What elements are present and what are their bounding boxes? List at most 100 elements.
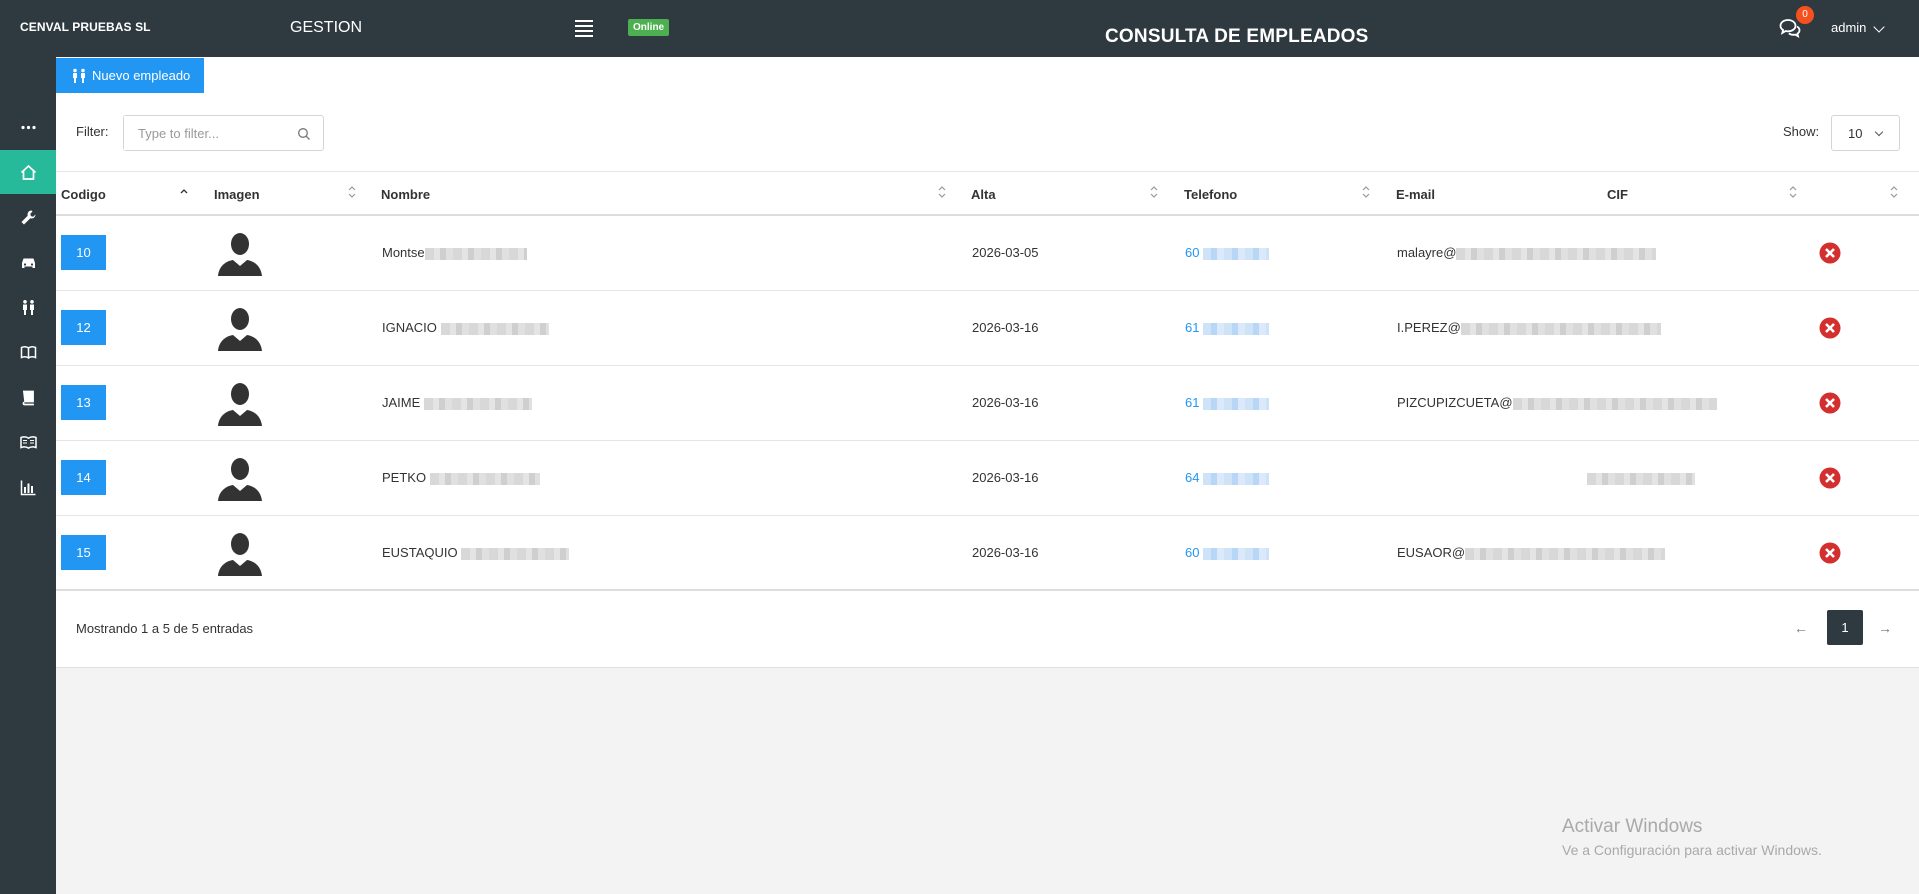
- employee-phone-text: 64: [1185, 470, 1200, 485]
- sort-icon[interactable]: [1890, 185, 1898, 199]
- filter-input[interactable]: [124, 116, 284, 150]
- sort-icon[interactable]: [1362, 185, 1370, 199]
- redacted-block: [1203, 322, 1270, 335]
- pagination-prev-button[interactable]: ←: [1794, 620, 1808, 636]
- bar-chart-icon: [20, 480, 35, 495]
- employee-phone-text: 60: [1185, 545, 1200, 560]
- redacted-block: [1460, 322, 1661, 335]
- pagination-next-button[interactable]: →: [1878, 620, 1892, 636]
- new-employee-button[interactable]: Nuevo empleado: [56, 58, 204, 93]
- redacted-block: [1587, 472, 1695, 485]
- pagination-page-1[interactable]: 1: [1827, 610, 1863, 645]
- sort-asc-icon[interactable]: [180, 185, 188, 199]
- car-icon: [21, 258, 35, 268]
- notification-count-badge: 0: [1796, 6, 1814, 24]
- employee-phone[interactable]: 64: [1185, 470, 1270, 485]
- redacted-block: [1203, 547, 1270, 560]
- online-status-badge: Online: [628, 19, 670, 36]
- delete-icon[interactable]: [1819, 542, 1841, 564]
- sort-icon[interactable]: [1789, 185, 1797, 199]
- employee-cif: [1587, 470, 1695, 485]
- menu-toggle-icon[interactable]: [575, 20, 593, 37]
- sidebar-item-records[interactable]: [0, 375, 56, 419]
- employee-name-text: EUSTAQUIO: [382, 545, 458, 560]
- sort-icon[interactable]: [938, 185, 946, 199]
- employee-name-text: IGNACIO: [382, 320, 437, 335]
- activation-watermark-subtitle: Ve a Configuración para activar Windows.: [1562, 842, 1822, 858]
- sidebar-item-vehicles[interactable]: [0, 240, 56, 284]
- employee-code-button[interactable]: 13: [61, 385, 106, 420]
- activation-watermark-title: Activar Windows: [1562, 816, 1703, 837]
- page-size-value: 10: [1848, 126, 1863, 141]
- employee-phone[interactable]: 60: [1185, 245, 1270, 260]
- home-icon: [20, 164, 36, 180]
- filter-label: Filter:: [76, 124, 109, 139]
- user-menu[interactable]: admin: [1831, 20, 1866, 35]
- delete-icon[interactable]: [1819, 392, 1841, 414]
- page-size-select[interactable]: 10: [1831, 115, 1900, 151]
- employee-phone[interactable]: 60: [1185, 545, 1270, 560]
- sidebar-item-more[interactable]: [0, 105, 56, 149]
- employee-code-button[interactable]: 10: [61, 235, 106, 270]
- sidebar-item-catalog[interactable]: [0, 330, 56, 374]
- employee-code-button[interactable]: 12: [61, 310, 106, 345]
- sort-icon[interactable]: [1150, 185, 1158, 199]
- table-row: 14 PETKO 2026-03-16 64: [56, 441, 1919, 516]
- sidebar-item-home[interactable]: [0, 150, 56, 194]
- redacted-block: [461, 547, 570, 560]
- redacted-block: [1203, 472, 1270, 485]
- employee-email-text: I.PEREZ@: [1397, 320, 1461, 335]
- column-header-alta[interactable]: Alta: [971, 187, 996, 202]
- sidebar-item-employees[interactable]: [0, 285, 56, 329]
- avatar-placeholder-icon: [218, 458, 262, 501]
- redacted-block: [424, 247, 527, 260]
- column-header-cif[interactable]: CIF: [1607, 187, 1628, 202]
- employee-code-button[interactable]: 14: [61, 460, 106, 495]
- avatar-placeholder-icon: [218, 383, 262, 426]
- sidebar-item-manuals[interactable]: [0, 420, 56, 464]
- chevron-down-icon[interactable]: [1873, 21, 1885, 33]
- delete-icon[interactable]: [1819, 242, 1841, 264]
- employee-email: malayre@: [1397, 245, 1657, 260]
- delete-icon[interactable]: [1819, 467, 1841, 489]
- employee-name-text: JAIME: [382, 395, 421, 410]
- top-bar: CENVAL PRUEBAS SL GESTION Online CONSULT…: [0, 0, 1919, 57]
- employee-name: IGNACIO: [382, 320, 549, 335]
- redacted-block: [1456, 247, 1657, 260]
- employee-name: PETKO: [382, 470, 540, 485]
- column-header-nombre[interactable]: Nombre: [381, 187, 430, 202]
- delete-icon[interactable]: [1819, 317, 1841, 339]
- employee-email: PIZCUPIZCUETA@: [1397, 395, 1717, 410]
- people-icon: [22, 299, 34, 315]
- employee-phone[interactable]: 61: [1185, 320, 1270, 335]
- table-header: Codigo Imagen Nombre Alta Telefono E-mai…: [56, 171, 1919, 216]
- employee-name-text: Montse: [382, 245, 425, 260]
- column-header-email[interactable]: E-mail: [1396, 187, 1435, 202]
- employee-email: I.PEREZ@: [1397, 320, 1661, 335]
- column-header-codigo[interactable]: Codigo: [61, 187, 106, 202]
- redacted-block: [1203, 247, 1270, 260]
- redacted-block: [1465, 547, 1666, 560]
- sort-icon[interactable]: [348, 185, 356, 199]
- open-book-icon: [20, 345, 36, 359]
- employee-email-text: PIZCUPIZCUETA@: [1397, 395, 1513, 410]
- sidebar-item-tools[interactable]: [0, 195, 56, 239]
- column-header-imagen[interactable]: Imagen: [214, 187, 260, 202]
- employee-email: EUSAOR@: [1397, 545, 1666, 560]
- employee-code-button[interactable]: 15: [61, 535, 106, 570]
- employee-phone-text: 61: [1185, 320, 1200, 335]
- employee-email-text: malayre@: [1397, 245, 1457, 260]
- redacted-block: [429, 472, 540, 485]
- new-employee-label: Nuevo empleado: [92, 68, 191, 83]
- pagination-info: Mostrando 1 a 5 de 5 entradas: [76, 621, 254, 636]
- book-icon: [22, 390, 34, 405]
- redacted-block: [1512, 397, 1717, 410]
- sidebar: [0, 57, 56, 894]
- employee-phone-text: 61: [1185, 395, 1200, 410]
- employee-phone[interactable]: 61: [1185, 395, 1270, 410]
- table-row: 10 Montse 2026-03-05 60 malayre@: [56, 216, 1919, 291]
- sidebar-item-reports[interactable]: [0, 465, 56, 509]
- column-header-telefono[interactable]: Telefono: [1184, 187, 1237, 202]
- table-row: 15 EUSTAQUIO 2026-03-16 60 EUSAOR@: [56, 516, 1919, 591]
- section-title: GESTION: [290, 19, 363, 36]
